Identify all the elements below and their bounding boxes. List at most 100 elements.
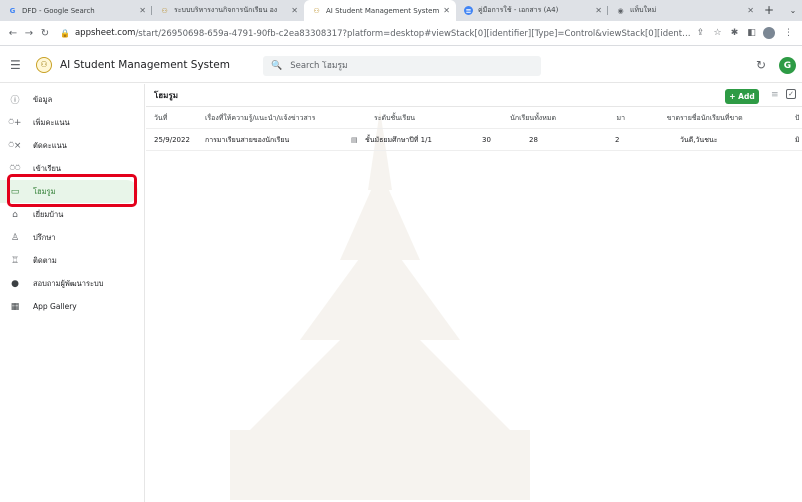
sidebar-item-app-gallery[interactable]: ▦ App Gallery — [0, 295, 144, 318]
document-icon: ▤ — [351, 136, 358, 144]
refresh-icon[interactable]: ↻ — [756, 58, 766, 72]
column-header[interactable]: รายชื่อนักเรียนที่ขาด — [680, 107, 743, 129]
info-icon: ⓘ — [10, 96, 20, 106]
column-header[interactable]: ระดับชั้นเรียน — [374, 107, 415, 129]
sidebar-item-label: ติดตาม — [33, 255, 57, 265]
hamburger-menu-icon[interactable]: ☰ — [10, 58, 26, 72]
consult-icon: ♙ — [10, 232, 20, 243]
cell-total-students: 30 — [482, 136, 491, 144]
app-title: AI Student Management System — [60, 58, 230, 71]
filter-icon[interactable]: ≡ — [771, 90, 779, 100]
home-visit-icon: ⌂ — [12, 209, 18, 220]
select-checkbox-icon[interactable]: ✓ — [786, 89, 796, 99]
column-header[interactable]: วันที่ — [154, 107, 167, 129]
close-icon[interactable]: ✕ — [747, 6, 754, 15]
table-header-row: วันที่ เรื่องที่ให้ความรู้/แนะนำ/แจ้งข่า… — [146, 107, 802, 129]
cell-absent: 2 — [615, 136, 620, 144]
app-header: ☰ ⚇ AI Student Management System 🔍 ↻ G — [0, 47, 802, 83]
view-header: โฮมรูม — [146, 84, 802, 107]
share-icon[interactable]: ⇪ — [693, 28, 708, 38]
column-header[interactable]: มา — [571, 107, 625, 129]
followup-icon: ♖ — [10, 255, 20, 266]
sidebar-item-followup[interactable]: ♖ ติดตาม — [0, 249, 144, 272]
lock-icon: 🔒 — [60, 28, 70, 38]
sidebar-item-attendance[interactable]: ⍥⍥ เข้าเรียน — [0, 157, 144, 180]
browser-tab[interactable]: ◉ แท็บใหม่ ✕ — [608, 0, 760, 21]
column-header[interactable]: ขาด — [626, 107, 680, 129]
sidebar-item-label: ปรึกษา — [33, 232, 56, 242]
sidebar-item-label: โฮมรูม — [33, 186, 56, 196]
add-button[interactable]: + Add — [725, 89, 759, 104]
close-icon[interactable]: ✕ — [443, 6, 450, 15]
sidebar-item-label: ตัดคะแนน — [33, 140, 67, 150]
bookmark-star-icon[interactable]: ☆ — [710, 28, 725, 38]
browser-tab-active[interactable]: ⚇ AI Student Management System ✕ — [304, 0, 456, 21]
address-bar[interactable]: 🔒 appsheet.com /start/26950698-659a-4791… — [60, 26, 691, 40]
url-host: appsheet.com — [74, 28, 136, 38]
cell-present: 28 — [529, 136, 538, 144]
sidebar-item-label: เยี่ยมบ้าน — [33, 209, 64, 219]
tab-title: คู่มือการใช้ - เอกสาร (A4) — [478, 6, 559, 14]
appsheet-icon: ⚇ — [161, 6, 168, 15]
tab-title: ระบบบริหารงานกิจการนักเรียน อง — [174, 6, 278, 14]
browser-toolbar: ← → ↻ 🔒 appsheet.com /start/26950698-659… — [0, 21, 802, 46]
close-icon[interactable]: ✕ — [291, 6, 298, 15]
reload-icon[interactable]: ↻ — [38, 28, 52, 39]
forward-icon[interactable]: → — [22, 28, 36, 39]
back-icon[interactable]: ← — [6, 28, 20, 39]
people-icon: ⍥⍥ — [9, 163, 21, 174]
sidepanel-icon[interactable]: ◧ — [744, 28, 759, 38]
tab-search-icon[interactable]: ⌄ — [784, 0, 802, 21]
cell-absent-names: วันดี,วันชนะ — [680, 136, 718, 144]
search-icon: 🔍 — [271, 61, 283, 71]
menu-kebab-icon[interactable]: ⋮ — [781, 28, 796, 38]
tab-title: แท็บใหม่ — [630, 6, 657, 14]
browser-tab[interactable]: G DFD - Google Search ✕ — [0, 0, 152, 21]
table-row[interactable]: 25/9/2022 การมาเรียนสายของนักเรียน ▤ ชั้… — [146, 129, 802, 151]
sidebar-item-label: สอบถามผู้พัฒนาระบบ — [33, 278, 104, 288]
search-box[interactable]: 🔍 — [263, 56, 541, 76]
sidebar-item-homeroom[interactable]: ▭ โฮมรูม — [0, 180, 138, 203]
sidebar-item-add-score[interactable]: ⍥+ เพิ่มคะแนน — [0, 111, 144, 134]
sidebar-item-home-visit[interactable]: ⌂ เยี่ยมบ้าน — [0, 203, 144, 226]
new-tab-icon[interactable]: + — [760, 0, 778, 21]
profile-avatar[interactable] — [763, 27, 775, 39]
sidebar-item-label: App Gallery — [33, 302, 77, 311]
close-icon[interactable]: ✕ — [595, 6, 602, 15]
extensions-icon[interactable]: ✱ — [727, 28, 742, 38]
user-avatar[interactable]: G — [779, 57, 796, 74]
cell-class-level: ชั้นมัธยมศึกษาปีที่ 1/1 — [365, 136, 432, 144]
sidebar-item-consult[interactable]: ♙ ปรึกษา — [0, 226, 144, 249]
docs-icon: ≡ — [464, 6, 473, 15]
main-content: โฮมรูม + Add ≡ ✓ วันที่ เรื่องที่ให้ความ… — [146, 84, 802, 502]
classroom-icon: ▭ — [10, 186, 20, 197]
sidebar-nav: ⓘ ข้อมูล ⍥+ เพิ่มคะแนน ⍥× ตัดคะแนน ⍥⍥ เข… — [0, 84, 145, 502]
grid-icon: ▦ — [10, 301, 20, 312]
sidebar-item-label: เข้าเรียน — [33, 163, 62, 173]
info-filled-icon: ● — [11, 278, 19, 289]
chrome-icon: ◉ — [617, 6, 624, 15]
browser-tab[interactable]: ≡ คู่มือการใช้ - เอกสาร (A4) ✕ — [456, 0, 608, 21]
column-header[interactable]: เรื่องที่ให้ความรู้/แนะนำ/แจ้งข่าวสาร — [205, 107, 315, 129]
sidebar-item-deduct-score[interactable]: ⍥× ตัดคะแนน — [0, 134, 144, 157]
cell-date: 25/9/2022 — [154, 136, 190, 144]
person-remove-icon: ⍥× — [8, 140, 22, 151]
tab-title: DFD - Google Search — [22, 6, 95, 15]
browser-tab-strip: G DFD - Google Search ✕ ⚇ ระบบบริหารงานก… — [0, 0, 802, 21]
view-title: โฮมรูม — [154, 90, 179, 100]
appsheet-icon: ⚇ — [313, 6, 320, 15]
sidebar-item-info[interactable]: ⓘ ข้อมูล — [0, 88, 144, 111]
column-header[interactable]: ปั — [795, 107, 799, 129]
search-input[interactable] — [290, 61, 531, 71]
close-icon[interactable]: ✕ — [139, 6, 146, 15]
column-header[interactable]: นักเรียนทั้งหมด — [476, 107, 556, 129]
browser-tab[interactable]: ⚇ ระบบบริหารงานกิจการนักเรียน อง ✕ — [152, 0, 304, 21]
cell-truncated: มิ — [795, 136, 800, 144]
sidebar-item-label: เพิ่มคะแนน — [33, 117, 70, 127]
data-table: วันที่ เรื่องที่ให้ความรู้/แนะนำ/แจ้งข่า… — [146, 107, 802, 151]
tab-title: AI Student Management System — [326, 6, 440, 15]
person-add-icon: ⍥+ — [8, 117, 22, 128]
app-logo: ⚇ — [36, 56, 52, 73]
cell-topic: การมาเรียนสายของนักเรียน — [205, 136, 290, 144]
sidebar-item-contact-developer[interactable]: ● สอบถามผู้พัฒนาระบบ — [0, 272, 144, 295]
